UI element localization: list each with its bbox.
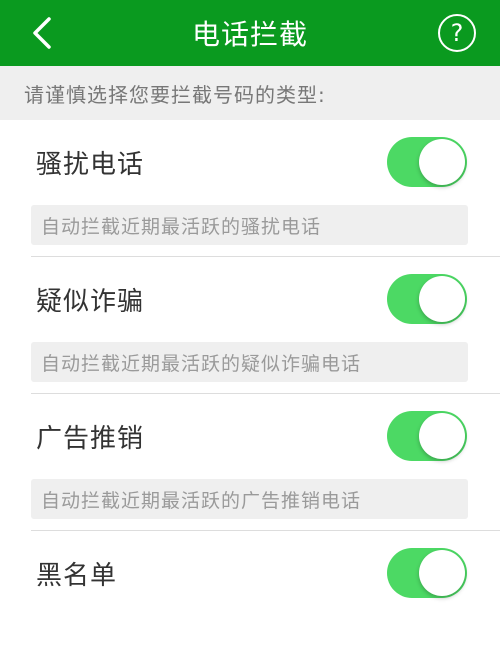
setting-description: 自动拦截近期最活跃的骚扰电话 bbox=[31, 205, 468, 245]
setting-title: 广告推销 bbox=[36, 424, 145, 454]
toggle-knob bbox=[419, 276, 465, 322]
setting-item-harassment: 骚扰电话 自动拦截近期最活跃的骚扰电话 bbox=[0, 120, 500, 257]
setting-title: 黑名单 bbox=[36, 561, 118, 591]
toggle-knob bbox=[419, 550, 465, 596]
advertising-toggle[interactable] bbox=[387, 411, 467, 461]
setting-description: 自动拦截近期最活跃的广告推销电话 bbox=[31, 479, 468, 519]
toggle-knob bbox=[419, 139, 465, 185]
blacklist-toggle[interactable] bbox=[387, 548, 467, 598]
setting-title: 骚扰电话 bbox=[36, 150, 145, 180]
toggle-knob bbox=[419, 413, 465, 459]
setting-title: 疑似诈骗 bbox=[36, 287, 145, 317]
help-icon: ? bbox=[450, 19, 464, 47]
setting-description: 自动拦截近期最活跃的疑似诈骗电话 bbox=[31, 342, 468, 382]
help-button[interactable]: ? bbox=[438, 14, 476, 52]
setting-item-fraud: 疑似诈骗 自动拦截近期最活跃的疑似诈骗电话 bbox=[0, 257, 500, 394]
setting-item-advertising: 广告推销 自动拦截近期最活跃的广告推销电话 bbox=[0, 394, 500, 531]
back-button[interactable] bbox=[22, 13, 62, 53]
setting-item-blacklist: 黑名单 bbox=[0, 531, 500, 668]
fraud-toggle[interactable] bbox=[387, 274, 467, 324]
page-title: 电话拦截 bbox=[191, 18, 308, 51]
chevron-left-icon bbox=[33, 17, 51, 49]
header-bar: 电话拦截 ? bbox=[0, 0, 500, 66]
hint-text: 请谨慎选择您要拦截号码的类型: bbox=[0, 66, 500, 120]
harassment-toggle[interactable] bbox=[387, 137, 467, 187]
